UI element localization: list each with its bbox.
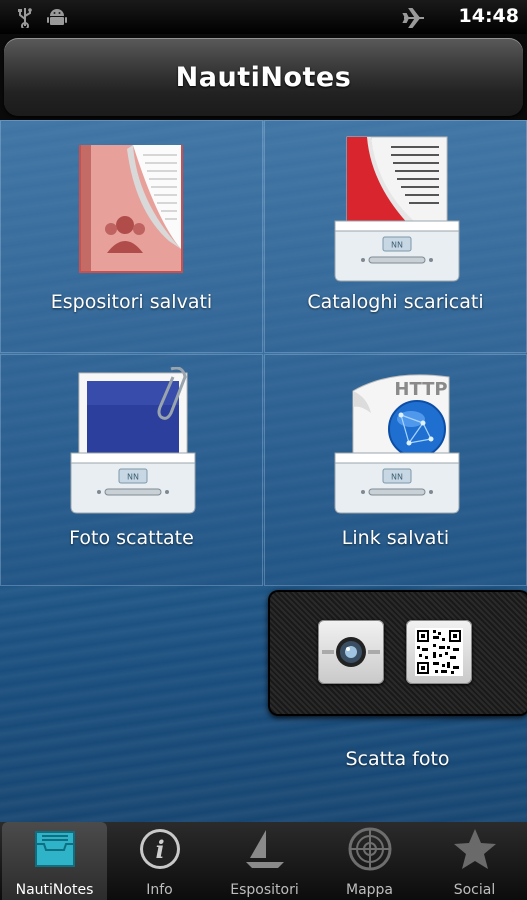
- title-panel: NautiNotes: [4, 38, 523, 116]
- tab-label: NautiNotes: [15, 882, 94, 898]
- capture-label: Scatta foto: [345, 748, 450, 770]
- tile-label: Espositori salvati: [50, 291, 213, 313]
- tab-nautinotes[interactable]: NautiNotes: [2, 822, 107, 900]
- svg-text:i: i: [155, 835, 164, 864]
- camera-icon: [322, 637, 380, 667]
- main-content: Espositori salvati NN Cataloghi scaricat…: [0, 120, 527, 822]
- tile-label: Foto scattate: [69, 527, 194, 549]
- usb-icon: [18, 8, 32, 28]
- tile-foto-scattate[interactable]: NN Foto scattate: [0, 354, 263, 586]
- box-badge: NN: [391, 241, 403, 250]
- tab-mappa[interactable]: Mappa: [317, 822, 422, 900]
- http-text: HTTP: [394, 379, 447, 400]
- box-badge: NN: [127, 473, 139, 482]
- tile-link-salvati[interactable]: HTTP NN Link salvati: [264, 354, 527, 586]
- sailboat-icon: [246, 830, 284, 868]
- info-icon: i: [140, 829, 180, 869]
- title-bar: NautiNotes: [0, 34, 527, 120]
- tab-info[interactable]: i Info: [107, 822, 212, 900]
- tab-espositori[interactable]: Espositori: [212, 822, 317, 900]
- bottom-tab-bar: NautiNotes i Info Espositori Mappa Socia…: [0, 822, 527, 900]
- tile-cataloghi-scaricati[interactable]: NN Cataloghi scaricati: [264, 120, 527, 353]
- box-badge: NN: [391, 473, 403, 482]
- tile-label: Link salvati: [341, 527, 450, 549]
- camera-button[interactable]: [318, 620, 384, 684]
- tab-social[interactable]: Social: [422, 822, 527, 900]
- capture-panel: [268, 590, 527, 716]
- photos-box-icon: NN: [70, 367, 196, 514]
- qr-scan-button[interactable]: [406, 620, 472, 684]
- saved-links-http-globe-icon: HTTP NN: [334, 374, 460, 514]
- tab-label: Info: [146, 882, 173, 898]
- downloaded-catalogs-box-icon: NN: [334, 136, 460, 282]
- page-title: NautiNotes: [175, 62, 352, 93]
- tab-label: Mappa: [345, 882, 393, 898]
- qr-code-icon: [415, 628, 463, 676]
- status-bar: 14:48: [0, 0, 527, 34]
- android-icon: [47, 9, 67, 25]
- radar-map-icon: [348, 827, 392, 871]
- status-clock: 14:48: [458, 5, 519, 27]
- tile-espositori-salvati[interactable]: Espositori salvati: [0, 120, 263, 353]
- tile-label: Cataloghi scaricati: [307, 291, 484, 313]
- tab-label: Social: [453, 882, 496, 898]
- airplane-icon: [402, 8, 424, 28]
- tab-label: Espositori: [230, 882, 299, 898]
- star-icon: [454, 829, 496, 869]
- inbox-tray-icon: [35, 831, 75, 867]
- saved-exhibitors-book-icon: [79, 145, 183, 273]
